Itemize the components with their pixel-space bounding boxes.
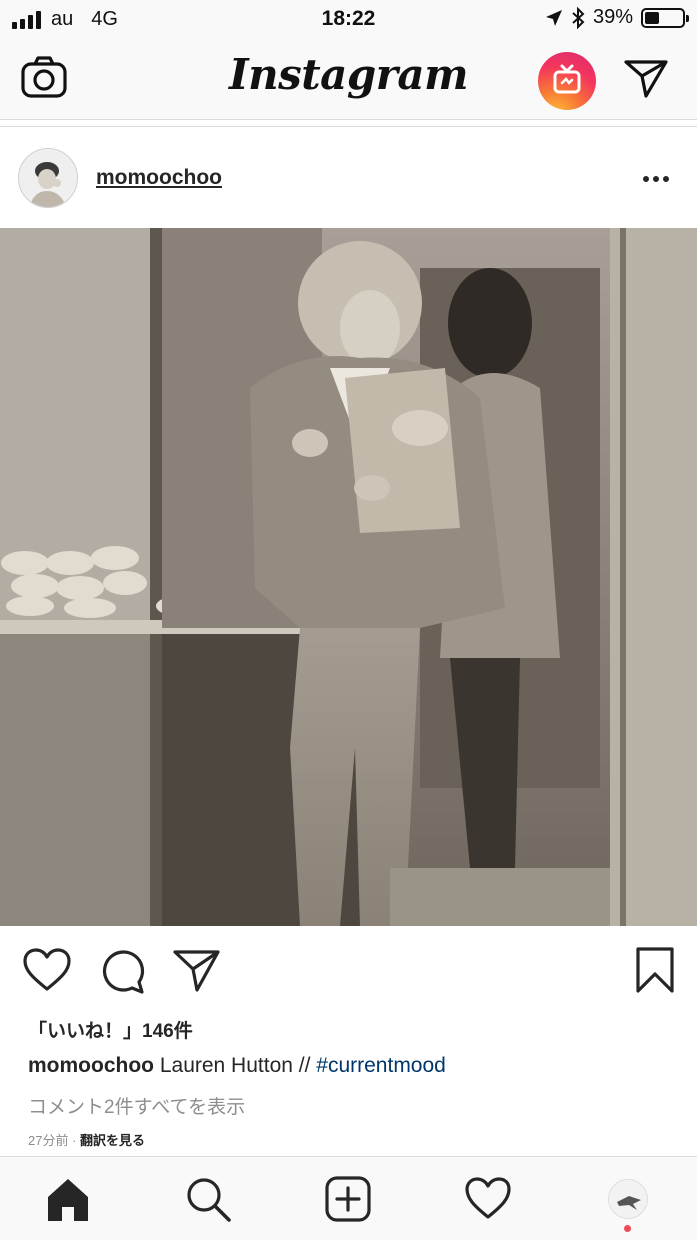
post-photo[interactable] xyxy=(0,228,697,926)
caption-username[interactable]: momoochoo xyxy=(28,1054,154,1077)
post-timestamp: 27分前 xyxy=(28,1133,69,1148)
post-actions xyxy=(0,926,697,1016)
caption: momoochoo Lauren Hutton // #currentmood xyxy=(28,1054,446,1078)
post-username[interactable]: momoochoo xyxy=(96,166,222,190)
story-divider xyxy=(0,126,697,127)
profile-avatar[interactable] xyxy=(608,1179,648,1219)
status-right: 39% xyxy=(545,6,689,29)
meta-separator: · xyxy=(68,1133,81,1148)
avatar[interactable] xyxy=(18,148,78,208)
bookmark-icon[interactable] xyxy=(630,946,680,996)
battery-percent: 39% xyxy=(592,6,633,28)
location-arrow-icon xyxy=(545,9,562,26)
comment-icon[interactable] xyxy=(98,946,148,996)
more-options-icon[interactable] xyxy=(636,164,676,194)
likes-count[interactable]: 「いいね！」146件 xyxy=(28,1016,193,1043)
heart-icon[interactable] xyxy=(22,946,72,996)
battery-icon xyxy=(641,7,689,28)
search-icon[interactable] xyxy=(184,1175,232,1223)
bottom-nav xyxy=(0,1156,697,1240)
bluetooth-icon xyxy=(572,6,585,29)
translate-link[interactable]: 翻訳を見る xyxy=(80,1133,145,1148)
app-header: Instagram xyxy=(0,38,697,120)
post-meta: 27分前 · 翻訳を見る xyxy=(28,1130,145,1149)
home-icon[interactable] xyxy=(44,1175,92,1223)
activity-heart-icon[interactable] xyxy=(464,1175,512,1223)
status-bar: au 4G 18:22 39% xyxy=(0,0,697,38)
notification-dot xyxy=(624,1225,631,1232)
view-comments-link[interactable]: コメント2件すべてを表示 xyxy=(28,1092,245,1119)
igtv-icon[interactable] xyxy=(538,52,596,110)
share-icon[interactable] xyxy=(172,946,222,996)
caption-hashtag[interactable]: #currentmood xyxy=(316,1054,446,1077)
direct-send-icon[interactable] xyxy=(622,54,670,102)
post-header: momoochoo xyxy=(0,128,697,228)
new-post-icon[interactable] xyxy=(324,1175,372,1223)
caption-text: Lauren Hutton // xyxy=(154,1054,317,1077)
